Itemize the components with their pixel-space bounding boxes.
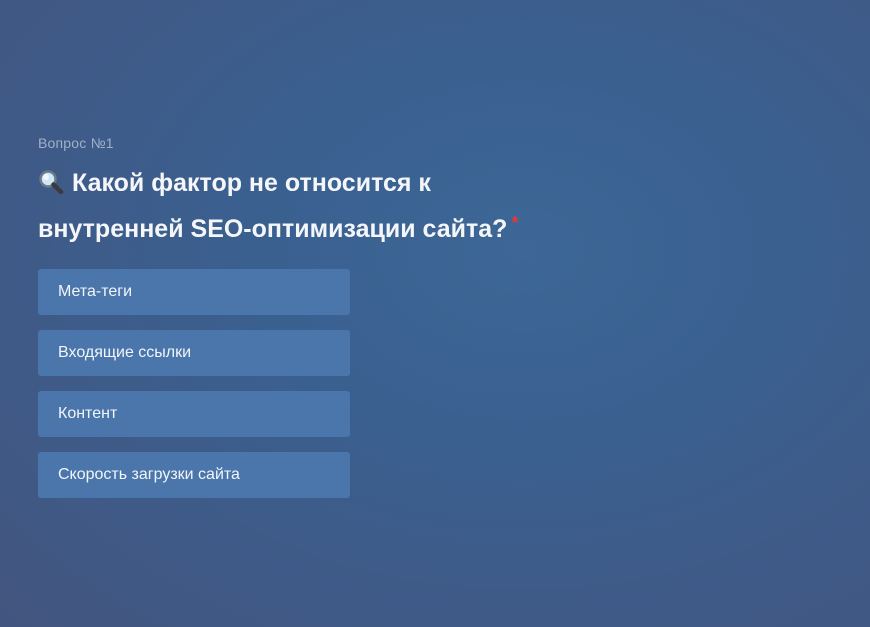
answer-label: Мета-теги	[58, 283, 133, 300]
answer-option-meta-tags[interactable]: Мета-теги	[38, 269, 350, 315]
answer-label: Скорость загрузки сайта	[58, 466, 240, 483]
required-marker: *	[511, 213, 519, 233]
question-number: Вопрос №1	[38, 135, 114, 151]
answer-label: Входящие ссылки	[58, 344, 192, 361]
answer-label: Контент	[58, 405, 118, 422]
magnifier-icon	[38, 169, 64, 205]
question-text: Какой фактор не относится к внутренней S…	[38, 169, 508, 243]
answer-option-backlinks[interactable]: Входящие ссылки	[38, 330, 350, 376]
quiz-question-block: Вопрос №1 Какой фактор не относится к вн…	[38, 135, 638, 498]
answer-option-content[interactable]: Контент	[38, 391, 350, 437]
question-title: Какой фактор не относится к внутренней S…	[38, 165, 578, 247]
answer-options: Мета-теги Входящие ссылки Контент Скорос…	[38, 269, 638, 498]
answer-option-page-speed[interactable]: Скорость загрузки сайта	[38, 452, 350, 498]
